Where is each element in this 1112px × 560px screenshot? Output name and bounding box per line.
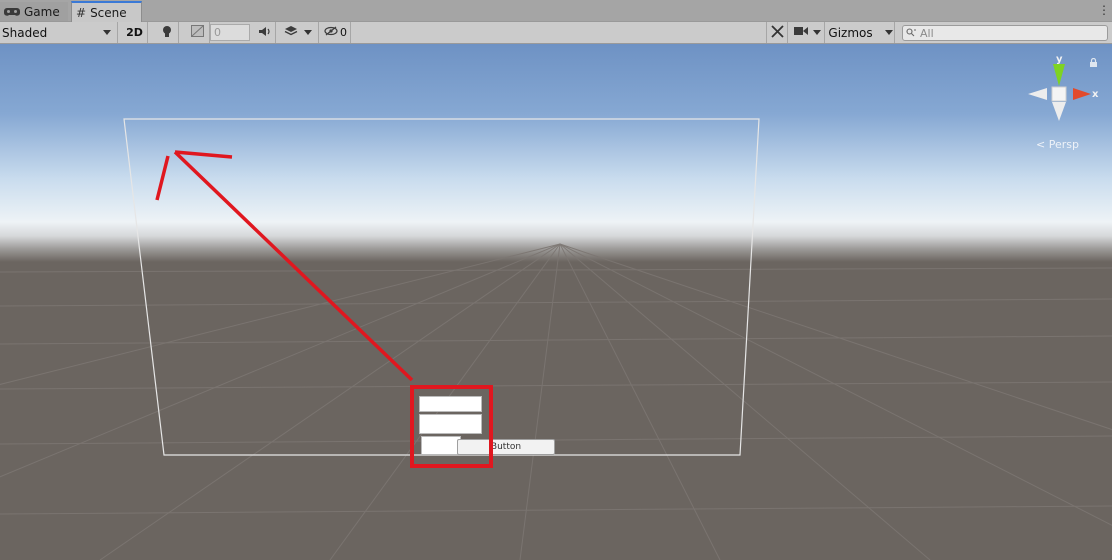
layers-dropdown[interactable] xyxy=(277,22,319,43)
hierarchy-search-input[interactable]: All xyxy=(902,25,1108,41)
orientation-gizmo[interactable]: y x xyxy=(0,44,1112,560)
toggle-2d-button[interactable]: 2D xyxy=(122,22,148,43)
scene-viewport[interactable]: Button y x < Persp xyxy=(0,44,1112,560)
image-effects-icon xyxy=(191,25,204,40)
chevron-down-icon xyxy=(103,30,111,35)
projection-label: Persp xyxy=(1048,138,1079,151)
gamepad-icon xyxy=(4,7,20,17)
tab-game-label: Game xyxy=(24,4,60,19)
chevron-down-icon xyxy=(303,30,312,35)
gizmo-axis-x-label: x xyxy=(1092,89,1099,100)
tab-game[interactable]: Game xyxy=(0,2,68,21)
shading-mode-value: Shaded xyxy=(2,25,48,40)
projection-toggle[interactable]: < Persp xyxy=(1036,138,1079,151)
shading-mode-dropdown[interactable]: Shaded xyxy=(0,22,118,43)
tab-scene[interactable]: # Scene xyxy=(71,1,142,22)
scene-lighting-button[interactable] xyxy=(155,22,179,43)
editor-tab-bar: Game # Scene ⋮ xyxy=(0,0,1112,22)
chevron-down-icon xyxy=(884,30,893,35)
search-icon xyxy=(906,27,917,40)
speaker-icon xyxy=(258,26,271,40)
camera-settings-dropdown[interactable] xyxy=(791,22,825,43)
gizmo-x-cone xyxy=(1073,88,1091,100)
gizmos-label: Gizmos xyxy=(828,25,873,40)
scene-toolbar: Shaded 2D 0 0 Gizmos All xyxy=(0,22,1112,44)
gizmos-dropdown[interactable]: Gizmos xyxy=(827,22,895,43)
gizmo-neg-x-cone xyxy=(1028,88,1047,100)
chevron-down-icon xyxy=(813,30,821,35)
tab-scene-label: Scene xyxy=(90,5,127,20)
gizmo-axis-y-label: y xyxy=(1056,54,1063,65)
scene-audio-button[interactable] xyxy=(254,22,276,43)
lock-icon[interactable] xyxy=(1089,57,1098,70)
toggle-2d-label: 2D xyxy=(126,26,143,39)
gizmo-neg-y-cone xyxy=(1052,102,1066,121)
video-camera-icon xyxy=(794,26,808,39)
lightbulb-icon xyxy=(162,25,172,41)
fx-value: 0 xyxy=(214,26,221,39)
search-placeholder: All xyxy=(920,26,934,40)
grid-hash-icon: # xyxy=(76,5,87,20)
layers-icon xyxy=(284,25,298,40)
eye-slash-icon xyxy=(324,26,338,39)
gizmo-y-cone xyxy=(1053,64,1065,86)
kebab-menu-icon[interactable]: ⋮ xyxy=(1098,4,1110,18)
fx-value-field[interactable]: 0 xyxy=(210,24,250,41)
scene-visibility-button[interactable]: 0 xyxy=(321,22,351,43)
tools-icon xyxy=(770,24,784,41)
gizmo-center-cube xyxy=(1051,86,1067,102)
hidden-count: 0 xyxy=(340,26,347,39)
tools-button[interactable] xyxy=(766,22,788,43)
scene-effects-button[interactable] xyxy=(186,22,210,43)
persp-chevron-icon: < xyxy=(1036,138,1046,151)
